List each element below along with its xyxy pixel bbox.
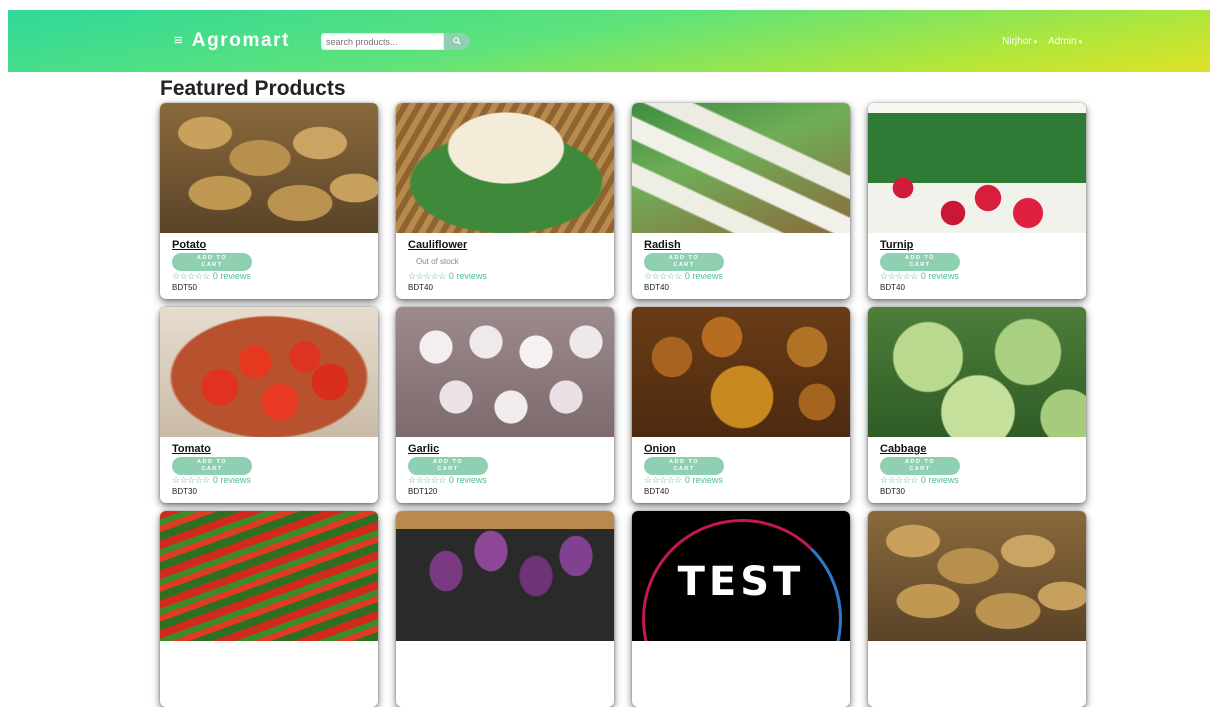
product-name-link[interactable]: Cabbage [880,442,1074,456]
page-title: Featured Products [160,77,346,100]
product-card [160,511,378,707]
search-button[interactable] [444,33,470,50]
product-image[interactable] [632,307,850,437]
star-rating-icon: ☆☆☆☆☆ [644,271,682,281]
add-to-cart-button[interactable]: ADD TO CART [172,457,252,475]
reviews-count: 0 reviews [920,271,959,281]
admin-menu[interactable]: Admin ▾ [1048,36,1082,47]
product-price: BDT40 [644,283,669,292]
product-card: Cabbage ADD TO CART ☆☆☆☆☆ 0 reviews BDT3… [868,307,1086,503]
user-menu-label: Nirjhor [1002,36,1032,47]
product-image[interactable] [396,103,614,233]
product-name-link[interactable]: Cauliflower [408,238,602,252]
search-input[interactable] [321,33,444,50]
add-to-cart-button[interactable]: ADD TO CART [644,457,724,475]
add-to-cart-button[interactable]: ADD TO CART [172,253,252,271]
product-image[interactable] [160,511,378,641]
out-of-stock-label: Out of stock [416,257,459,266]
product-card: Cauliflower Out of stock ☆☆☆☆☆ 0 reviews… [396,103,614,299]
star-rating-icon: ☆☆☆☆☆ [644,475,682,485]
add-to-cart-button[interactable]: ADD TO CART [880,457,960,475]
add-to-cart-button[interactable]: ADD TO CART [880,253,960,271]
product-image[interactable] [868,511,1086,641]
rating: ☆☆☆☆☆ 0 reviews [172,271,366,282]
product-card: Onion ADD TO CART ☆☆☆☆☆ 0 reviews BDT40 [632,307,850,503]
product-price: BDT40 [644,487,669,496]
product-name-link[interactable]: Tomato [172,442,366,456]
reviews-count: 0 reviews [212,475,251,485]
product-image[interactable] [396,307,614,437]
product-card [868,511,1086,707]
caret-down-icon: ▾ [1078,38,1082,46]
rating: ☆☆☆☆☆ 0 reviews [408,271,602,282]
product-card: Tomato ADD TO CART ☆☆☆☆☆ 0 reviews BDT30 [160,307,378,503]
star-rating-icon: ☆☆☆☆☆ [408,475,446,485]
product-card: Turnip ADD TO CART ☆☆☆☆☆ 0 reviews BDT40 [868,103,1086,299]
admin-menu-label: Admin [1048,36,1077,47]
rating: ☆☆☆☆☆ 0 reviews [880,475,1074,486]
product-grid: Potato ADD TO CART ☆☆☆☆☆ 0 reviews BDT50… [160,103,1086,707]
rating: ☆☆☆☆☆ 0 reviews [172,475,366,486]
navbar: ≡ Agromart Nirjhor ▾ Admin ▾ [8,10,1210,72]
add-to-cart-button[interactable]: ADD TO CART [644,253,724,271]
star-rating-icon: ☆☆☆☆☆ [880,271,918,281]
product-image[interactable] [396,511,614,641]
product-image[interactable] [868,307,1086,437]
product-image[interactable] [632,103,850,233]
reviews-count: 0 reviews [684,271,723,281]
product-card: TEST [632,511,850,707]
test-logo-text: TEST [677,559,805,605]
product-card: Radish ADD TO CART ☆☆☆☆☆ 0 reviews BDT40 [632,103,850,299]
star-rating-icon: ☆☆☆☆☆ [408,271,446,281]
star-rating-icon: ☆☆☆☆☆ [172,475,210,485]
product-price: BDT30 [172,487,197,496]
product-image[interactable]: TEST [632,511,850,641]
reviews-count: 0 reviews [448,271,487,281]
rating: ☆☆☆☆☆ 0 reviews [880,271,1074,282]
search-icon [453,36,461,47]
product-name-link[interactable]: Garlic [408,442,602,456]
product-name-link[interactable]: Radish [644,238,838,252]
product-card: Garlic ADD TO CART ☆☆☆☆☆ 0 reviews BDT12… [396,307,614,503]
product-card [396,511,614,707]
product-price: BDT50 [172,283,197,292]
caret-down-icon: ▾ [1033,38,1038,46]
brand-name[interactable]: Agromart [192,29,290,53]
star-rating-icon: ☆☆☆☆☆ [880,475,918,485]
product-name-link[interactable]: Onion [644,442,838,456]
reviews-count: 0 reviews [212,271,251,281]
add-to-cart-button[interactable]: ADD TO CART [408,457,488,475]
rating: ☆☆☆☆☆ 0 reviews [644,475,838,486]
product-name-link[interactable]: Turnip [880,238,1074,252]
product-price: BDT40 [880,283,905,292]
star-rating-icon: ☆☆☆☆☆ [172,271,210,281]
menu-icon[interactable]: ≡ [174,29,183,53]
product-price: BDT120 [408,487,438,496]
rating: ☆☆☆☆☆ 0 reviews [644,271,838,282]
nav-right: Nirjhor ▾ Admin ▾ [1002,36,1082,47]
brand[interactable]: ≡ Agromart [174,29,290,53]
product-card: Potato ADD TO CART ☆☆☆☆☆ 0 reviews BDT50 [160,103,378,299]
product-image[interactable] [160,103,378,233]
search-bar [321,33,470,50]
product-price: BDT30 [880,487,905,496]
product-image[interactable] [868,103,1086,233]
user-menu[interactable]: Nirjhor ▾ [1002,36,1037,47]
reviews-count: 0 reviews [448,475,487,485]
product-price: BDT40 [408,283,433,292]
reviews-count: 0 reviews [684,475,723,485]
product-image[interactable] [160,307,378,437]
reviews-count: 0 reviews [920,475,959,485]
rating: ☆☆☆☆☆ 0 reviews [408,475,602,486]
product-name-link[interactable]: Potato [172,238,366,252]
